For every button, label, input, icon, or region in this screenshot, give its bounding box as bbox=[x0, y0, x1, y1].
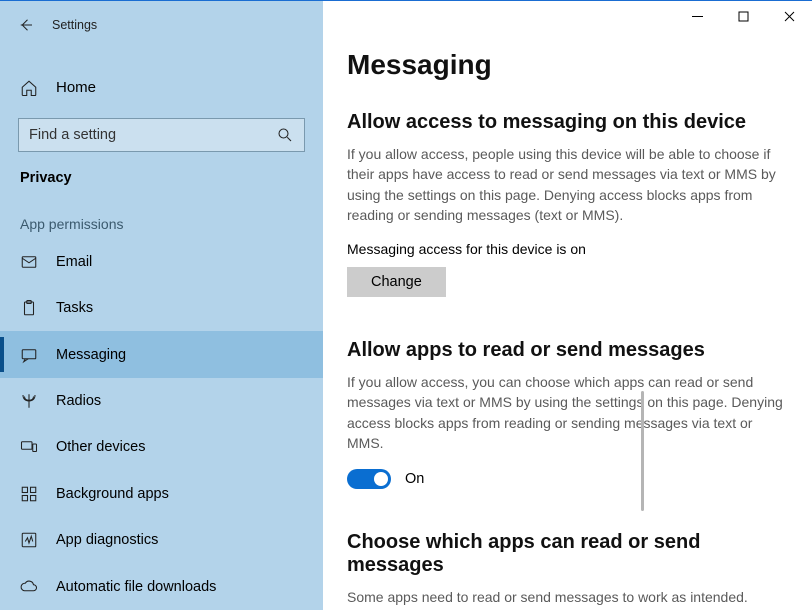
sidebar-category: Privacy bbox=[0, 152, 323, 192]
home-icon bbox=[20, 79, 38, 97]
cloud-icon bbox=[20, 578, 38, 596]
section-device-access: Allow access to messaging on this device… bbox=[347, 111, 788, 297]
back-button[interactable] bbox=[6, 9, 46, 41]
scrollbar-thumb[interactable] bbox=[641, 391, 644, 511]
sidebar-item-label: Tasks bbox=[56, 300, 93, 316]
change-button[interactable]: Change bbox=[347, 267, 446, 297]
mail-icon bbox=[20, 253, 38, 271]
sidebar-item-label: Other devices bbox=[56, 439, 145, 455]
arrow-left-icon bbox=[17, 16, 35, 34]
antenna-icon bbox=[20, 392, 38, 410]
sidebar-item-label: App diagnostics bbox=[56, 532, 158, 548]
clipboard-icon bbox=[20, 299, 38, 317]
sidebar-item-app-diagnostics[interactable]: App diagnostics bbox=[0, 517, 323, 563]
section-title: Allow apps to read or send messages bbox=[347, 339, 788, 362]
toggle-state-label: On bbox=[405, 471, 424, 487]
devices-icon bbox=[20, 438, 38, 456]
page-title: Messaging bbox=[347, 49, 788, 81]
sidebar-item-tasks[interactable]: Tasks bbox=[0, 285, 323, 331]
sidebar: Settings Home Privacy App permissions Em… bbox=[0, 1, 323, 610]
grid-icon bbox=[20, 485, 38, 503]
section-description: If you allow access, you can choose whic… bbox=[347, 372, 787, 453]
sidebar-item-radios[interactable]: Radios bbox=[0, 378, 323, 424]
sidebar-item-background-apps[interactable]: Background apps bbox=[0, 471, 323, 517]
sidebar-group-label: App permissions bbox=[0, 192, 323, 238]
sidebar-item-automatic-file-downloads[interactable]: Automatic file downloads bbox=[0, 564, 323, 610]
section-choose-apps: Choose which apps can read or send messa… bbox=[347, 531, 788, 610]
search-icon bbox=[276, 126, 294, 144]
chat-icon bbox=[20, 346, 38, 364]
sidebar-item-label: Automatic file downloads bbox=[56, 579, 216, 595]
section-title: Choose which apps can read or send messa… bbox=[347, 531, 788, 577]
app-title: Settings bbox=[52, 18, 97, 32]
maximize-button[interactable] bbox=[720, 1, 766, 31]
close-button[interactable] bbox=[766, 1, 812, 31]
apps-access-toggle[interactable] bbox=[347, 469, 391, 489]
section-title: Allow access to messaging on this device bbox=[347, 111, 788, 134]
sidebar-item-label: Background apps bbox=[56, 486, 169, 502]
search-box[interactable] bbox=[18, 118, 305, 152]
sidebar-item-label: Messaging bbox=[56, 347, 126, 363]
sidebar-home-label: Home bbox=[56, 79, 96, 96]
diagnostics-icon bbox=[20, 531, 38, 549]
search-input[interactable] bbox=[29, 127, 268, 143]
sidebar-item-other-devices[interactable]: Other devices bbox=[0, 424, 323, 470]
sidebar-item-messaging[interactable]: Messaging bbox=[0, 331, 323, 377]
sidebar-item-label: Email bbox=[56, 254, 92, 270]
content-pane: Messaging Allow access to messaging on t… bbox=[323, 1, 812, 610]
section-description: Some apps need to read or send messages … bbox=[347, 587, 787, 610]
section-apps-access: Allow apps to read or send messages If y… bbox=[347, 339, 788, 489]
section-description: If you allow access, people using this d… bbox=[347, 144, 787, 225]
sidebar-item-email[interactable]: Email bbox=[0, 238, 323, 284]
minimize-button[interactable] bbox=[674, 1, 720, 31]
access-status: Messaging access for this device is on bbox=[347, 241, 788, 257]
sidebar-home[interactable]: Home bbox=[0, 61, 323, 114]
sidebar-item-label: Radios bbox=[56, 393, 101, 409]
